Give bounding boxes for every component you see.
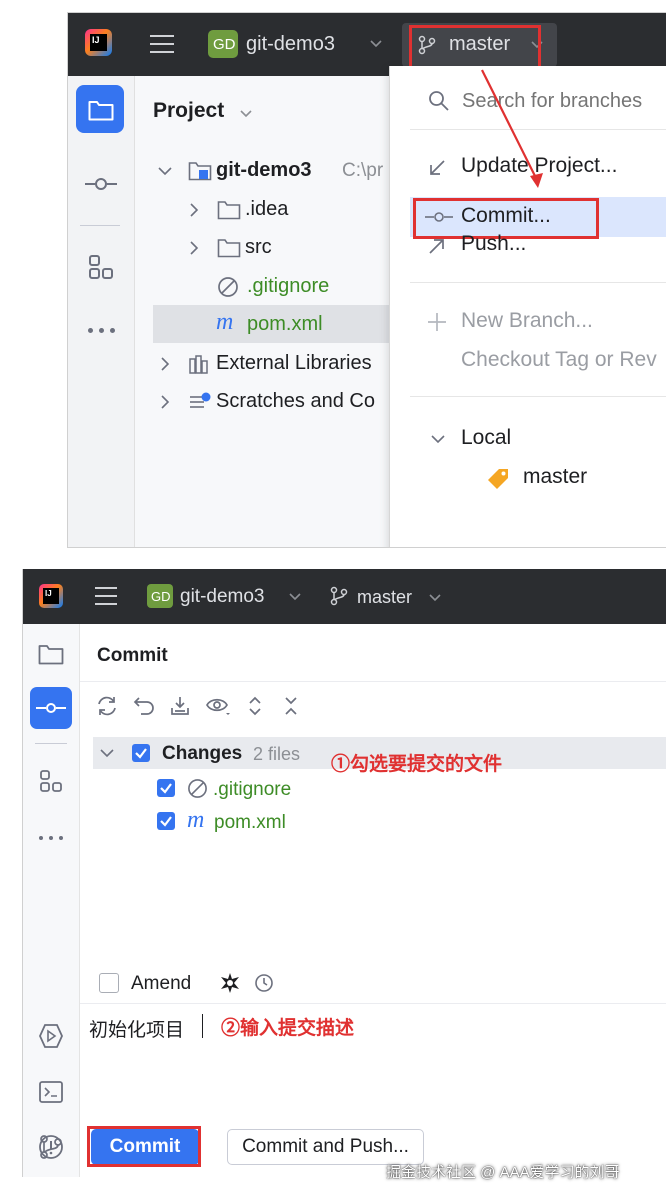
- menu-item-label: Checkout Tag or Rev: [461, 348, 657, 371]
- intellij-logo-icon[interactable]: IJ: [39, 584, 63, 608]
- history-clock-icon[interactable]: [254, 973, 274, 993]
- panel-title: Commit: [97, 645, 168, 666]
- separator: [80, 1003, 666, 1004]
- shelve-icon[interactable]: [169, 695, 191, 717]
- branch-item-master[interactable]: master: [410, 463, 666, 493]
- annotation-box-commit-button: [87, 1126, 201, 1167]
- annotation-arrow: [481, 69, 543, 188]
- plus-icon: [428, 313, 446, 331]
- amend-label[interactable]: Amend: [131, 973, 191, 995]
- structure-icon[interactable]: [39, 769, 63, 793]
- commit-and-push-button[interactable]: Commit and Push...: [227, 1129, 424, 1165]
- tree-label: External Libraries: [216, 352, 372, 374]
- chevron-down-icon: [429, 594, 441, 602]
- project-badge: GD: [147, 584, 173, 608]
- expand-all-icon[interactable]: [246, 695, 264, 717]
- menu-item-checkout-tag: Checkout Tag or Rev: [410, 346, 666, 376]
- project-name: git-demo3: [180, 586, 265, 607]
- file-name: .gitignore: [213, 779, 292, 800]
- branch-item-label: master: [523, 465, 588, 488]
- commit-message-text: 初始化项目: [89, 1019, 185, 1041]
- menu-item-label: New Branch...: [461, 309, 593, 332]
- separator: [410, 396, 666, 397]
- main-menu-icon[interactable]: [95, 586, 117, 606]
- more-icon[interactable]: [88, 328, 116, 334]
- commit-message-field[interactable]: 初始化项目 ②输入提交描述: [80, 1005, 666, 1115]
- commit-toolbar: [95, 693, 335, 721]
- chevron-down-icon[interactable]: [100, 748, 114, 758]
- file-row-gitignore[interactable]: .gitignore: [153, 774, 453, 804]
- ai-sparkle-icon[interactable]: [218, 971, 242, 995]
- branch-selector[interactable]: master: [327, 584, 447, 610]
- git-icon[interactable]: [38, 1134, 64, 1160]
- scratches-icon: [190, 392, 211, 408]
- logo-text: IJ: [45, 589, 52, 598]
- annotation-text-1: ①勾选要提交的文件: [331, 754, 503, 775]
- commit-icon: [36, 703, 66, 713]
- tree-row-pom[interactable]: m pom.xml: [153, 305, 393, 343]
- chevron-down-icon: [431, 435, 445, 444]
- title-bar: IJ GD git-demo3 master: [23, 569, 666, 624]
- branch-name: master: [357, 587, 413, 607]
- maven-icon: m: [216, 309, 234, 335]
- file-row-pom[interactable]: m pom.xml: [153, 807, 453, 837]
- changes-label: Changes: [162, 743, 243, 764]
- amend-row: Amend: [97, 969, 317, 999]
- chevron-right-icon[interactable]: [160, 395, 170, 409]
- file-name: pom.xml: [214, 812, 286, 833]
- project-selector[interactable]: GD git-demo3: [147, 584, 307, 610]
- file-checkbox[interactable]: [157, 779, 175, 797]
- chevron-down-icon: [289, 593, 301, 601]
- run-icon[interactable]: [38, 1023, 64, 1049]
- watermark: 掘金技术社区 @ AAA爱学习的刘哥: [386, 1164, 620, 1181]
- eye-icon[interactable]: [205, 696, 231, 716]
- maven-icon: m: [187, 807, 205, 833]
- separator: [80, 681, 666, 682]
- branch-icon: [330, 586, 348, 606]
- menu-item-new-branch: New Branch...: [410, 307, 666, 337]
- library-icon: [189, 355, 208, 374]
- ide-window-bottom: IJ GD git-demo3 master Commit Changes 2 …: [22, 569, 666, 1177]
- text-cursor: [202, 1014, 203, 1038]
- local-header-label: Local: [461, 426, 512, 449]
- chevron-right-icon[interactable]: [160, 357, 170, 371]
- tree-label: Scratches and Co: [216, 390, 375, 412]
- refresh-icon[interactable]: [95, 695, 119, 717]
- changes-count: 2 files: [253, 744, 301, 764]
- separator: [35, 743, 67, 744]
- tree-row-scratches[interactable]: Scratches and Co: [153, 386, 393, 418]
- ignored-file-icon: [188, 779, 207, 798]
- commit-tool-button[interactable]: [30, 687, 72, 729]
- changes-checkbox[interactable]: [132, 744, 150, 762]
- project-badge-text: GD: [151, 589, 171, 604]
- local-branches-header[interactable]: Local: [410, 424, 666, 454]
- collapse-all-icon[interactable]: [282, 695, 300, 717]
- amend-checkbox[interactable]: [99, 973, 119, 993]
- more-icon[interactable]: [39, 836, 65, 842]
- tree-label: pom.xml: [247, 313, 323, 335]
- folder-icon[interactable]: [38, 643, 64, 665]
- tree-row-libraries[interactable]: External Libraries: [153, 348, 393, 380]
- file-checkbox[interactable]: [157, 812, 175, 830]
- tag-icon: [488, 469, 508, 489]
- annotation-text-2: ②输入提交描述: [221, 1018, 355, 1039]
- rollback-icon[interactable]: [133, 695, 155, 717]
- terminal-icon[interactable]: [38, 1080, 64, 1104]
- tool-window-bar: [23, 624, 80, 1177]
